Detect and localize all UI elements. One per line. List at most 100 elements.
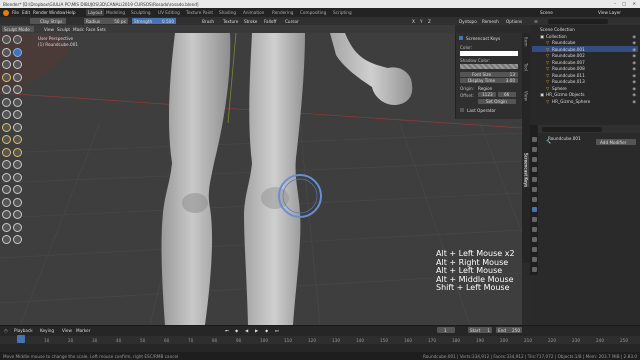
box-hide-tool-icon[interactable] <box>2 210 11 219</box>
data-properties-tab-icon[interactable] <box>531 247 537 252</box>
blender-logo-icon[interactable] <box>3 9 9 16</box>
menu-edit[interactable]: Edit <box>22 10 30 15</box>
outliner-item[interactable]: ▽ Roundcube.002 ◉ <box>532 53 638 59</box>
outliner-item[interactable]: ▽ Roundcube.008 ◉ <box>532 66 638 72</box>
origin-value[interactable]: Region <box>478 86 492 91</box>
transform-tool-icon[interactable] <box>2 235 11 244</box>
maximize-icon[interactable]: □ <box>622 1 626 6</box>
world-properties-tab-icon[interactable] <box>531 187 537 192</box>
outliner-item[interactable]: ▽ Sphere ◉ <box>532 85 638 91</box>
tab-texture-paint[interactable]: Texture Paint <box>186 10 213 15</box>
start-frame-field[interactable]: Start 1 <box>468 327 492 333</box>
object-properties-tab-icon[interactable] <box>531 197 537 202</box>
visibility-icon[interactable]: ◉ <box>632 79 636 84</box>
smooth-tool-icon[interactable] <box>13 85 22 94</box>
inflate-tool-icon[interactable] <box>2 72 11 82</box>
menu-sculpt[interactable]: Sculpt <box>57 27 70 32</box>
properties-search-input[interactable] <box>542 126 602 132</box>
strength-field[interactable]: Strength 0.500 <box>132 18 176 24</box>
menu-brush[interactable]: Brush <box>202 19 214 24</box>
pose-tool-icon[interactable] <box>13 147 22 157</box>
jump-start-icon[interactable]: ⏮ <box>225 328 229 333</box>
tab-shading[interactable]: Shading <box>219 10 236 15</box>
multiplane-scrape-tool-icon[interactable] <box>13 110 22 119</box>
slide-relax-tool-icon[interactable] <box>2 172 11 182</box>
rotate-tool-icon[interactable] <box>13 160 22 169</box>
annotate-tool-icon[interactable] <box>13 235 22 244</box>
menu-help[interactable]: Help <box>66 10 76 15</box>
menu-falloff[interactable]: Falloff <box>264 19 276 24</box>
next-key-icon[interactable]: ◆ <box>265 328 268 333</box>
shadow-color-swatch[interactable] <box>460 64 518 69</box>
visibility-icon[interactable]: ◉ <box>632 86 636 91</box>
tab-uv-editing[interactable]: UV Editing <box>158 10 180 15</box>
prev-key-icon[interactable]: ◆ <box>235 328 238 333</box>
clay-strips-tool-icon[interactable] <box>13 47 22 57</box>
last-operator-checkbox[interactable] <box>460 108 464 112</box>
visibility-icon[interactable]: ◉ <box>632 66 636 71</box>
play-reverse-icon[interactable]: ◀ <box>245 328 248 333</box>
menu-texture[interactable]: Texture <box>223 19 238 24</box>
menu-render[interactable]: Render <box>33 10 48 15</box>
view-layer-selector[interactable]: View Layer <box>598 10 621 15</box>
nudge-tool-icon[interactable] <box>2 160 11 169</box>
menu-timeline-view[interactable]: View <box>62 328 72 333</box>
menu-keying[interactable]: Keying <box>40 328 54 333</box>
add-modifier-button[interactable]: Add Modifier <box>596 139 636 145</box>
font-color-swatch[interactable] <box>460 51 518 56</box>
symmetry-y[interactable]: Y <box>420 19 423 24</box>
menu-marker[interactable]: Marker <box>76 328 90 333</box>
grab-tool-icon[interactable] <box>13 122 22 132</box>
playhead[interactable] <box>17 335 25 343</box>
lasso-mask-tool-icon[interactable] <box>13 197 22 207</box>
wrench-icon[interactable]: 🔧 <box>546 139 551 144</box>
outliner-item[interactable]: ▽ Roundcube.013 ◉ <box>532 79 638 85</box>
end-frame-field[interactable]: End 250 <box>496 327 522 333</box>
display-time-field[interactable]: Display Time 3.00 <box>460 78 518 83</box>
timeline-editor-icon[interactable]: ◷ <box>4 328 8 333</box>
offset-x-field[interactable]: 1123 <box>478 92 496 97</box>
view-layer-properties-tab-icon[interactable] <box>531 167 537 172</box>
tab-sculpting[interactable]: Sculpting <box>131 10 151 15</box>
menu-window[interactable]: Window <box>49 10 66 15</box>
timeline-ruler[interactable]: 0102030405060708090100110120130140150160… <box>0 336 640 344</box>
tool-properties-tab-icon[interactable] <box>531 137 537 142</box>
crease-tool-icon[interactable] <box>2 85 11 94</box>
outliner-item[interactable]: ▣ HR_Gizmo Objects ◉ <box>532 92 638 98</box>
outliner-search-input[interactable] <box>548 18 608 24</box>
output-properties-tab-icon[interactable] <box>531 157 537 162</box>
tab-animation[interactable]: Animation <box>243 10 264 15</box>
tab-compositing[interactable]: Compositing <box>300 10 326 15</box>
tab-screencast-keys[interactable]: Screencast Keys <box>523 153 529 188</box>
visibility-icon[interactable]: ◉ <box>632 34 636 39</box>
remesh-menu[interactable]: Remesh <box>482 19 499 24</box>
mask-tool-icon[interactable] <box>13 185 22 194</box>
current-frame-field[interactable]: 1 <box>437 327 455 333</box>
play-icon[interactable]: ▶ <box>255 328 258 333</box>
tab-rendering[interactable]: Rendering <box>272 10 293 15</box>
outliner-item[interactable]: ▽ HR_Gizmo_Sphere ◉ <box>532 98 638 104</box>
clay-tool-icon[interactable] <box>2 47 11 57</box>
set-origin-button[interactable]: Set Origin <box>478 99 516 104</box>
mode-selector[interactable]: Sculpt Mode <box>2 26 34 32</box>
cloth-tool-icon[interactable] <box>13 172 22 182</box>
tab-layout[interactable]: Layout <box>86 9 105 16</box>
font-size-field[interactable]: Font Size 13 <box>460 72 518 77</box>
menu-cursor[interactable]: Cursor <box>285 19 299 24</box>
simplify-tool-icon[interactable] <box>2 185 11 194</box>
outliner-item[interactable]: ▣ Collection ◉ <box>532 33 638 39</box>
flatten-tool-icon[interactable] <box>2 97 11 107</box>
jump-end-icon[interactable]: ⏭ <box>275 328 279 333</box>
visibility-icon[interactable]: ◉ <box>632 99 636 104</box>
tab-modeling[interactable]: Modeling <box>106 10 125 15</box>
box-mask-tool-icon[interactable] <box>2 197 11 207</box>
scrape-tool-icon[interactable] <box>2 110 11 119</box>
symmetry-x[interactable]: X <box>412 19 415 24</box>
visibility-icon[interactable]: ◉ <box>632 92 636 97</box>
texture-properties-tab-icon[interactable] <box>531 267 537 272</box>
menu-mask[interactable]: Mask <box>73 27 84 32</box>
scene-properties-tab-icon[interactable] <box>531 177 537 182</box>
thumb-tool-icon[interactable] <box>2 147 11 157</box>
material-properties-tab-icon[interactable] <box>531 257 537 262</box>
cloth-filter-tool-icon[interactable] <box>2 222 11 232</box>
